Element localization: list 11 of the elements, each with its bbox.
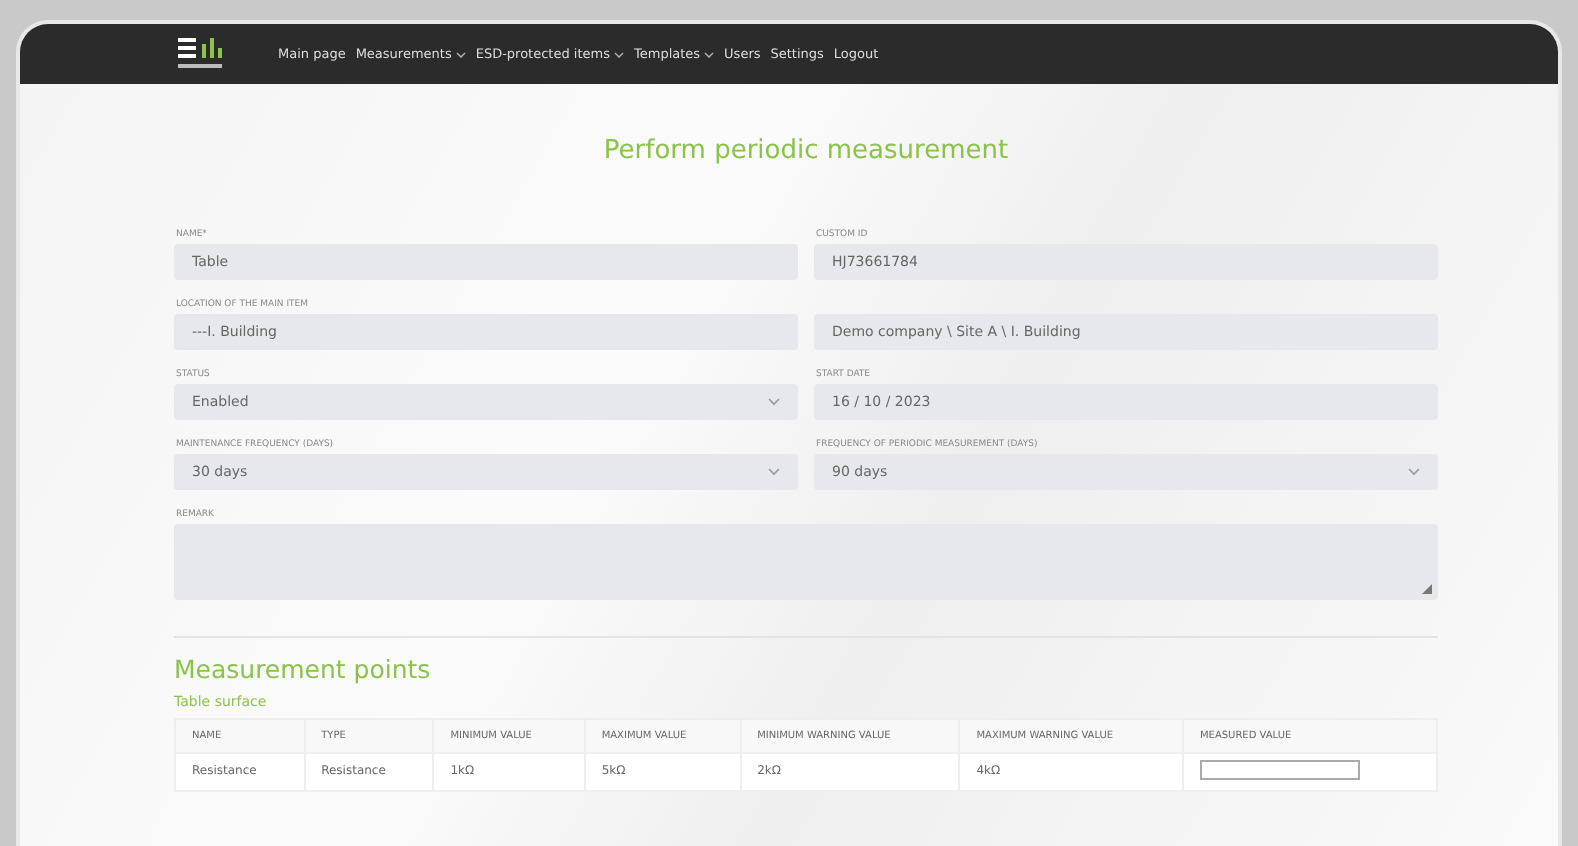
resize-handle-icon[interactable] (1422, 584, 1432, 594)
measured-value-input[interactable] (1199, 760, 1360, 780)
logo-icon (176, 36, 228, 72)
section-heading: Measurement points (174, 654, 433, 684)
caret-icon (614, 51, 624, 57)
chevron-icon (768, 398, 780, 406)
caret-icon (704, 51, 715, 57)
chevron-icon (768, 468, 780, 476)
page-title: Perform periodic measurement (601, 136, 1011, 166)
chevron-icon (1408, 468, 1420, 476)
caret-icon (455, 51, 466, 57)
